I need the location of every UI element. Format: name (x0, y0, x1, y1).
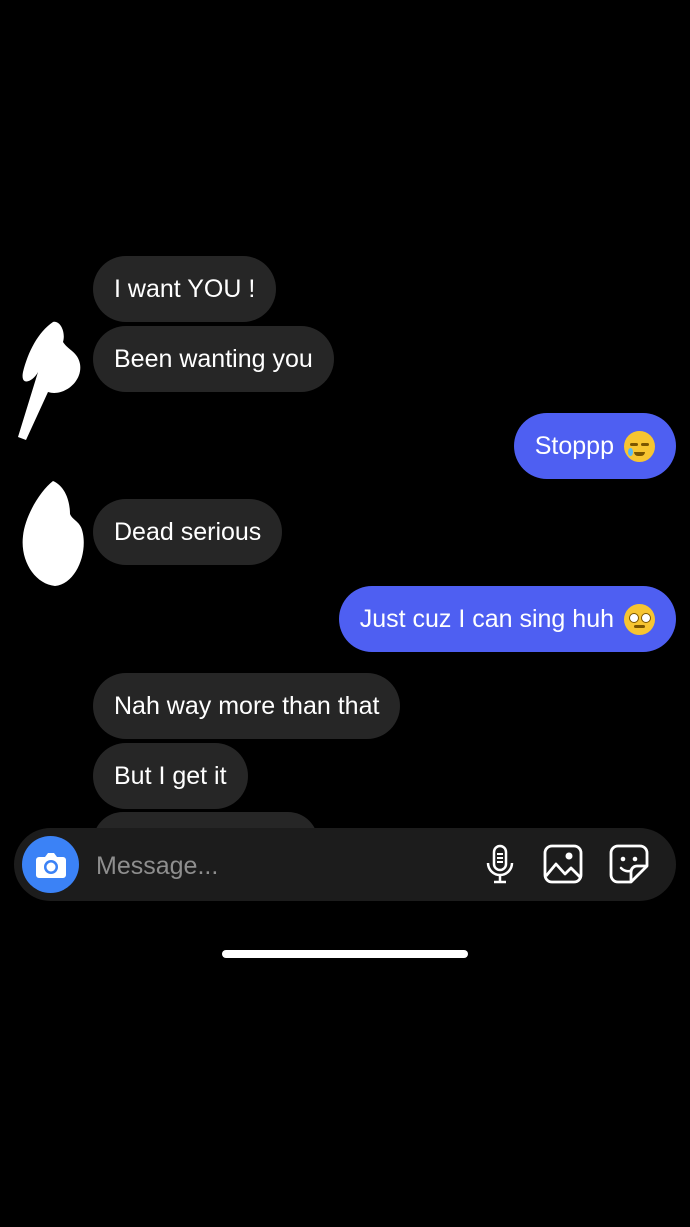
smiling-face-with-tear-icon (624, 430, 655, 462)
incoming-message[interactable]: Been wanting you (93, 326, 334, 392)
outgoing-message[interactable]: Stoppp (513, 413, 676, 479)
message-text: Dead serious (114, 518, 262, 546)
camera-icon (35, 852, 66, 878)
rolling-eyes-icon (624, 603, 655, 635)
microphone-icon (486, 844, 514, 884)
message-input[interactable] (94, 846, 458, 886)
message-text: But I get it (114, 762, 227, 790)
home-indicator[interactable] (222, 950, 468, 958)
camera-button[interactable] (22, 836, 79, 893)
message-text: Nah way more than that (114, 692, 380, 720)
outgoing-message[interactable]: Just cuz I can sing huh (338, 586, 676, 652)
microphone-button[interactable] (479, 843, 521, 885)
chat-screen: I want YOU ! Been wanting you Stoppp Dea… (0, 0, 690, 1227)
gallery-button[interactable] (542, 843, 584, 885)
gallery-icon (543, 844, 583, 884)
sticker-button[interactable] (608, 843, 650, 885)
redacted-avatar-scribble (18, 321, 81, 440)
message-composer (14, 828, 676, 901)
message-text: I want YOU ! (114, 275, 256, 303)
message-text: Just cuz I can sing huh (359, 605, 614, 633)
incoming-message[interactable]: I want YOU ! (93, 256, 277, 322)
sticker-icon (609, 844, 649, 884)
message-text: Stoppp (534, 432, 614, 460)
incoming-message[interactable]: Dead serious (93, 499, 283, 565)
redacted-avatar-scribble (22, 481, 84, 586)
incoming-message[interactable]: Nah way more than that (93, 673, 401, 739)
incoming-message[interactable]: But I get it (93, 743, 248, 809)
message-text: Been wanting you (114, 345, 313, 373)
